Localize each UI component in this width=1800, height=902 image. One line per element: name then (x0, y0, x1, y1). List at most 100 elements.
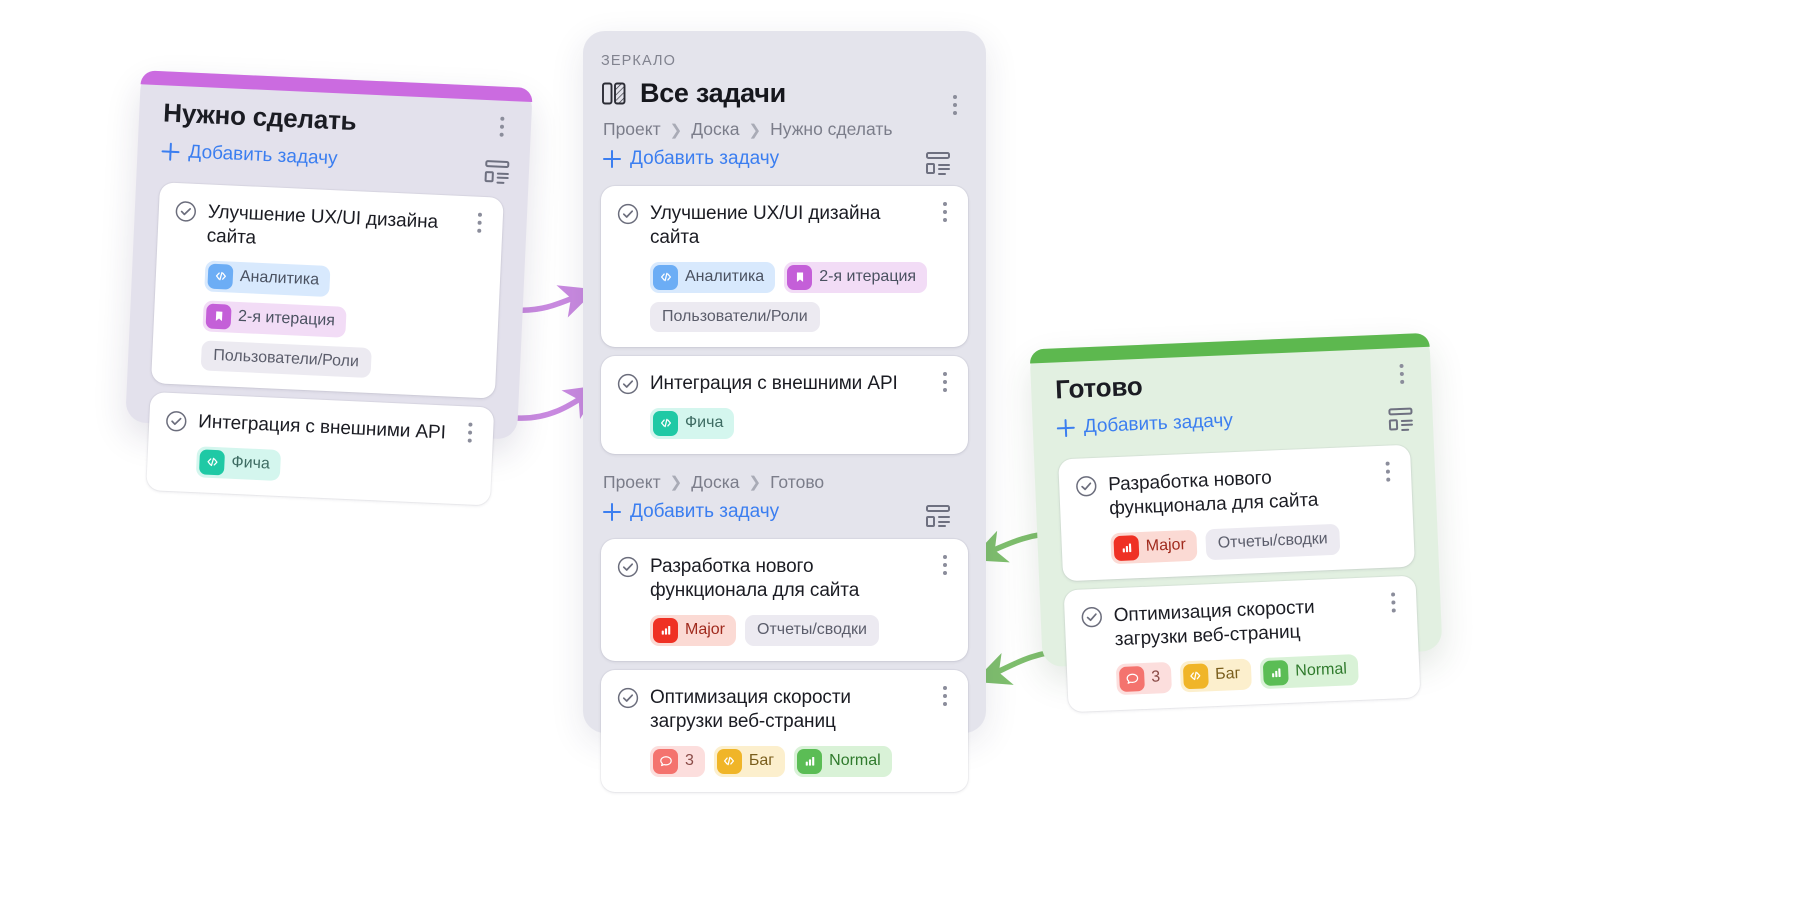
todo-column-panel: Нужно сделать Добавить задачу Улучшение … (125, 70, 533, 506)
check-circle-icon[interactable] (617, 203, 639, 225)
task-card[interactable]: Улучшение UX/UI дизайна сайта Аналитика … (151, 182, 504, 399)
bar-chart-icon (653, 617, 678, 643)
mirror-eyebrow-label: ЗЕРКАЛО (601, 53, 677, 69)
task-menu-button[interactable] (468, 210, 491, 237)
check-circle-icon[interactable] (617, 687, 639, 709)
breadcrumb-item[interactable]: Проект (603, 119, 661, 140)
task-menu-button[interactable] (934, 370, 956, 396)
todo-add-task-button[interactable]: Добавить задачу (161, 140, 506, 178)
task-tag-row: Major Отчеты/сводки (1110, 522, 1374, 565)
task-card[interactable]: Разработка нового функционала для сайта … (601, 538, 968, 661)
task-menu-button[interactable] (934, 684, 956, 710)
mirror-add-task-label: Добавить задачу (630, 500, 780, 522)
task-tag[interactable]: Фича (195, 446, 282, 481)
check-circle-icon[interactable] (1080, 606, 1103, 629)
task-tag-row: Фича (195, 446, 452, 489)
task-tag-label: Major (685, 621, 726, 639)
board-columns-icon (601, 81, 628, 106)
done-layout-grid-icon[interactable] (1388, 407, 1415, 432)
breadcrumb-item[interactable]: Нужно сделать (770, 119, 892, 140)
bookmark-icon (787, 264, 813, 290)
todo-column-title: Нужно сделать (162, 97, 358, 137)
task-tag-label: Аналитика (239, 268, 320, 289)
breadcrumb: Проект ❯ Доска ❯ Нужно сделать (603, 119, 966, 140)
task-tag[interactable]: Баг (713, 745, 786, 777)
done-add-task-button[interactable]: Добавить задачу (1056, 403, 1409, 440)
done-add-task-label: Добавить задачу (1083, 410, 1234, 438)
breadcrumb-item[interactable]: Проект (603, 472, 661, 493)
task-tag[interactable]: Отчеты/сводки (1205, 523, 1341, 561)
task-tag[interactable]: Major (650, 614, 737, 646)
task-tag[interactable]: 3 (1115, 661, 1172, 695)
task-tag[interactable]: Баг (1179, 658, 1253, 693)
task-title: Интеграция с внешними API (197, 411, 447, 444)
task-title: Улучшение UX/UI дизайна сайта (650, 203, 881, 248)
todo-layout-grid-icon[interactable] (484, 160, 511, 185)
bar-chart-icon (1262, 659, 1289, 686)
check-circle-icon[interactable] (617, 556, 639, 578)
task-title: Интеграция с внешними API (650, 372, 898, 394)
todo-column-menu-button[interactable] (490, 114, 513, 141)
task-tag[interactable]: 2-я итерация (784, 261, 928, 293)
task-tag-row: 3 Баг Normal (650, 745, 928, 777)
comment-icon (1118, 665, 1145, 692)
task-tag-label: Отчеты/сводки (757, 621, 867, 639)
task-tag-row: Major Отчеты/сводки (650, 614, 928, 646)
task-menu-button[interactable] (934, 200, 956, 226)
breadcrumb-item[interactable]: Доска (691, 472, 739, 493)
task-tag-label: Баг (748, 752, 775, 770)
mirror-add-task-button[interactable]: Добавить задачу (603, 501, 966, 523)
task-title: Улучшение UX/UI дизайна сайта (206, 201, 439, 249)
breadcrumb-item[interactable]: Доска (691, 119, 739, 140)
task-tag[interactable]: 3 (650, 745, 705, 777)
task-tag-label: 3 (685, 752, 694, 770)
task-tag[interactable]: Major (1110, 529, 1198, 565)
task-tag-label: Normal (829, 752, 881, 770)
mirror-layout-grid-icon[interactable] (926, 152, 952, 176)
check-circle-icon[interactable] (1075, 475, 1098, 498)
plus-icon (603, 502, 621, 521)
task-tag-row: Аналитика 2-я итерация Пользователи/Роли (650, 261, 928, 332)
task-menu-button[interactable] (934, 553, 956, 579)
mirror-add-task-button[interactable]: Добавить задачу (603, 148, 966, 170)
task-tag[interactable]: Пользователи/Роли (200, 340, 372, 378)
task-card[interactable]: Интеграция с внешними API Фича (146, 391, 495, 506)
chevron-right-icon: ❯ (748, 474, 762, 492)
plus-icon (1056, 419, 1075, 438)
check-circle-icon[interactable] (617, 373, 639, 395)
task-tag[interactable]: Normal (1259, 653, 1359, 689)
breadcrumb: Проект ❯ Доска ❯ Готово (603, 472, 966, 493)
check-circle-icon[interactable] (174, 200, 197, 223)
comment-icon (653, 748, 678, 774)
task-card[interactable]: Оптимизация скорости загрузки веб-страни… (1063, 575, 1421, 712)
task-title: Оптимизация скорости загрузки веб-страни… (650, 686, 851, 732)
task-card[interactable]: Улучшение UX/UI дизайна сайта Аналитика … (601, 186, 968, 347)
mirror-layout-grid-icon[interactable] (926, 504, 952, 529)
code-icon (716, 748, 742, 774)
task-tag[interactable]: Фича (650, 407, 735, 439)
task-tag-row: 3 Баг Normal (1115, 653, 1380, 695)
code-icon (207, 263, 234, 290)
task-tag[interactable]: Пользователи/Роли (650, 301, 820, 332)
breadcrumb-item[interactable]: Готово (770, 472, 824, 493)
task-tag[interactable]: Аналитика (650, 261, 776, 293)
code-icon (198, 449, 226, 476)
task-tag[interactable]: Normal (794, 745, 892, 777)
task-card[interactable]: Оптимизация скорости загрузки веб-страни… (601, 669, 968, 792)
task-menu-button[interactable] (1382, 590, 1405, 617)
task-tag[interactable]: Аналитика (204, 260, 331, 297)
arrow-todo-card2-to-mirror (513, 385, 602, 421)
mirror-menu-button[interactable] (944, 93, 966, 119)
task-card[interactable]: Разработка нового функционала для сайта … (1058, 444, 1415, 582)
check-circle-icon[interactable] (165, 410, 188, 433)
code-icon (1182, 663, 1209, 690)
task-menu-button[interactable] (458, 420, 481, 447)
task-tag[interactable]: Отчеты/сводки (745, 614, 879, 646)
done-column-menu-button[interactable] (1390, 361, 1413, 388)
task-menu-button[interactable] (1376, 459, 1399, 486)
task-card[interactable]: Интеграция с внешними API Фича (601, 355, 968, 454)
task-tag-label: Пользователи/Роли (212, 346, 360, 371)
task-tag-row: Фича (650, 407, 928, 439)
task-title: Оптимизация скорости загрузки веб-страни… (1113, 596, 1315, 651)
task-tag[interactable]: 2-я итерация (202, 300, 347, 338)
